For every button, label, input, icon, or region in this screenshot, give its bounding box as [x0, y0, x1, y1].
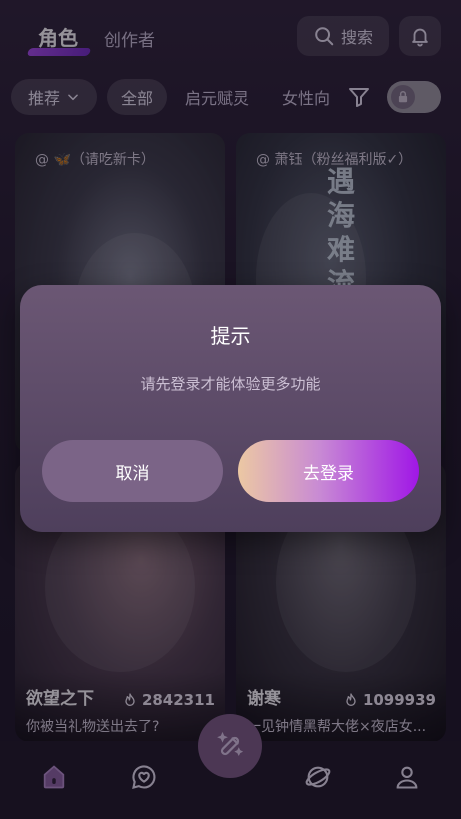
- login-button[interactable]: 去登录: [238, 440, 419, 502]
- app-screen: 角色 创作者 搜索 推荐 全部 启元赋灵 女性向 @ 🦋（请吃新卡） @ 萧钰（…: [0, 0, 461, 819]
- cancel-button[interactable]: 取消: [42, 440, 223, 502]
- dialog-title: 提示: [210, 324, 251, 348]
- dialog-message: 请先登录才能体验更多功能: [140, 375, 321, 393]
- login-prompt-dialog: 提示 请先登录才能体验更多功能 取消 去登录: [20, 285, 441, 532]
